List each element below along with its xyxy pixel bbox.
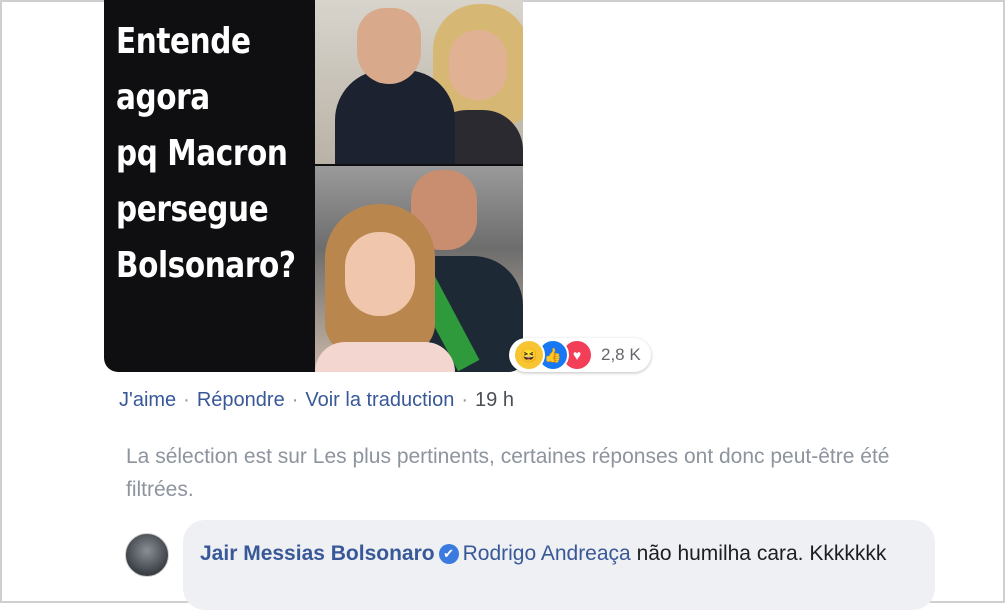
haha-icon: 😆	[513, 339, 545, 371]
meme-line: Entende	[116, 21, 251, 62]
figure-dress	[315, 342, 455, 372]
separator: ·	[461, 389, 469, 411]
reactions-summary[interactable]: 😆 👍 ♥ 2,8 K	[509, 338, 651, 372]
figure-face	[345, 232, 415, 316]
comment-body: não humilha cara. Kkkkkkk	[630, 542, 887, 565]
figure-face	[357, 8, 421, 84]
reaction-count: 2,8 K	[601, 345, 641, 364]
meme-line: agora	[116, 77, 210, 118]
meme-line: persegue	[116, 189, 269, 230]
reply-link[interactable]: Répondre	[197, 389, 285, 412]
filter-notice: La sélection est sur Les plus pertinents…	[126, 445, 890, 501]
translate-link[interactable]: Voir la traduction	[305, 389, 454, 412]
photo-couple-bottom	[315, 166, 523, 372]
photo-couple-top	[315, 0, 523, 164]
comment-author[interactable]: Jair Messias Bolsonaro	[200, 542, 435, 565]
meme-line: pq Macron	[116, 133, 288, 174]
post-image[interactable]: Entende agora pq Macron persegue Bolsona…	[104, 0, 523, 372]
timestamp[interactable]: 19 h	[475, 389, 514, 412]
verified-badge-icon: ✔	[438, 544, 459, 564]
comment-actions: J'aime · Répondre · Voir la traduction ·…	[119, 389, 514, 412]
figure-face	[449, 30, 507, 100]
separator: ·	[291, 389, 299, 411]
like-link[interactable]: J'aime	[119, 389, 176, 412]
comment-text: Jair Messias Bolsonaro ✔ Rodrigo Andreaça …	[200, 537, 920, 570]
avatar[interactable]	[125, 533, 169, 577]
mention-link[interactable]: Rodrigo Andreaça	[463, 542, 631, 565]
meme-caption: Entende agora pq Macron persegue Bolsona…	[116, 14, 296, 294]
figure-suit	[335, 70, 455, 164]
separator: ·	[183, 389, 190, 411]
meme-line: Bolsonaro?	[116, 245, 296, 286]
